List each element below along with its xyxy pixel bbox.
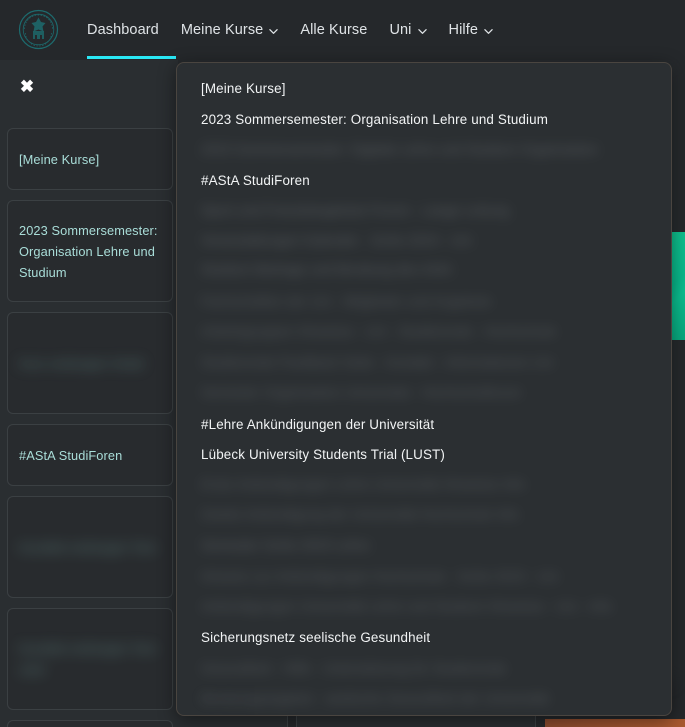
active-tab-indicator (87, 56, 176, 59)
close-icon[interactable]: ✖ (18, 78, 36, 96)
sidebar-item-label: [Meine Kurse] (19, 151, 100, 167)
nav-item-alle-kurse[interactable]: Alle Kurse (289, 0, 378, 60)
nav-label-alle-kurse: Alle Kurse (300, 22, 368, 38)
dropdown-item-hidden-13[interactable]: Ankündigungen Universität Lehre und Stud… (201, 599, 612, 614)
sidebar-item-sommersemester[interactable]: 2023 Sommersemester: Organisation Lehre … (7, 200, 173, 302)
sidebar-item-meine-kurse[interactable]: [Meine Kurse] (7, 128, 173, 190)
dropdown-item-hidden-15[interactable]: Beratungsangebot - seelische Gesundheit … (201, 691, 549, 706)
sidebar-item-label: Kurstitel verborgen Text (19, 539, 156, 555)
dropdown-item-asta-studiforen[interactable]: #AStA StudiForen (201, 173, 310, 188)
nav-label-meine-kurse: Meine Kurse (180, 22, 264, 38)
sidebar-course-list: [Meine Kurse] 2023 Sommersemester: Organ… (7, 128, 173, 727)
dropdown-item-lust[interactable]: Lübeck University Students Trial (LUST) (201, 447, 445, 462)
nav-label-uni: Uni (389, 22, 412, 38)
sidebar-item-hidden-2[interactable]: Kurstitel verborgen Text (7, 496, 173, 598)
nav-label-hilfe: Hilfe (448, 22, 479, 38)
sidebar-item-asta-studiforen[interactable]: #AStA StudiForen (7, 424, 173, 486)
dropdown-item-lehre-ankuendigungen[interactable]: #Lehre Ankündigungen der Universität (201, 417, 434, 432)
sidebar-item-label: 2023 Sommersemester: Organisation Lehre … (19, 222, 158, 280)
university-seal-logo[interactable] (18, 9, 59, 50)
dropdown-item-hidden-5[interactable]: Fachschaften der Uni - Mitglieder und An… (201, 294, 492, 309)
course-sidebar-drawer: ✖ [Meine Kurse] 2023 Sommersemester: Org… (0, 60, 178, 727)
nav-label-dashboard: Dashboard (87, 22, 159, 38)
green-feedback-tab[interactable] (671, 232, 685, 340)
sidebar-item-hidden-1[interactable]: Kurs verborgen Inhalt (7, 312, 173, 414)
meine-kurse-dropdown: [Meine Kurse] 2023 Sommersemester: Organ… (176, 62, 672, 716)
nav-item-dashboard[interactable]: Dashboard (87, 0, 170, 60)
chevron-down-icon (269, 27, 279, 36)
nav-item-meine-kurse[interactable]: Meine Kurse (170, 0, 290, 60)
dropdown-item-hidden-11[interactable]: Semester SoSe 2023 Lehre (201, 538, 370, 553)
primary-nav: Dashboard Meine Kurse Alle Kurse Uni Hil… (87, 0, 504, 60)
top-navbar: Dashboard Meine Kurse Alle Kurse Uni Hil… (0, 0, 685, 60)
dropdown-item-sicherungsnetz[interactable]: Sicherungsnetz seelische Gesundheit (201, 630, 430, 645)
nav-item-uni[interactable]: Uni (378, 0, 437, 60)
dropdown-item-hidden-8[interactable]: Semester Organisation Universitat - Hoch… (201, 385, 521, 400)
dropdown-item-hidden-1[interactable]: 2023 Sommersemester: Digitale Lehre und … (201, 142, 598, 157)
sidebar-item-hidden-4[interactable]: Kurstitel verborgen Text drei (7, 720, 173, 727)
dropdown-item-hidden-6[interactable]: Arbeitsgruppen Hinweise - Uni - Studiere… (201, 324, 556, 339)
chevron-down-icon (417, 27, 427, 36)
nav-item-hilfe[interactable]: Hilfe (438, 0, 505, 60)
sidebar-item-hidden-3[interactable]: Kurstitel verborgen Text zwei (7, 608, 173, 710)
orange-accent-bar (545, 719, 685, 727)
dropdown-item-hidden-9[interactable]: Erste Ankündigungen Lehre Universität Hi… (201, 477, 525, 492)
dropdown-item-hidden-4[interactable]: Studium Beitrage und Beratung des AStA (201, 262, 452, 277)
dropdown-item-hidden-7[interactable]: Studierende Feedback Seite - Kontakt - I… (201, 355, 553, 370)
dropdown-item-hidden-12[interactable]: Hinweis zur Ankündigungen Hochschule - S… (201, 569, 558, 584)
dropdown-item-meine-kurse[interactable]: [Meine Kurse] (201, 81, 286, 96)
sidebar-item-label: Kurstitel verborgen Text zwei (19, 641, 156, 677)
sidebar-item-label: Kurs verborgen Inhalt (19, 355, 144, 371)
dropdown-item-hidden-3[interactable]: Veranstaltungen Kalender - SoSe 2023 - U… (201, 233, 472, 248)
chevron-down-icon (484, 27, 493, 36)
dropdown-item-sommersemester[interactable]: 2023 Sommersemester: Organisation Lehre … (201, 112, 548, 127)
dropdown-item-hidden-2[interactable]: Sport und Freizeitangebote Forum - Lange… (201, 203, 509, 218)
app-root: Dashboard Meine Kurse Alle Kurse Uni Hil… (0, 0, 685, 727)
sidebar-item-label: #AStA StudiForen (19, 447, 123, 463)
dropdown-item-hidden-14[interactable]: Gesundheit - Hilfe - Unterstützung für S… (201, 661, 506, 676)
dropdown-item-hidden-10[interactable]: Zweite Ankündigung der Universität Hochs… (201, 507, 519, 522)
